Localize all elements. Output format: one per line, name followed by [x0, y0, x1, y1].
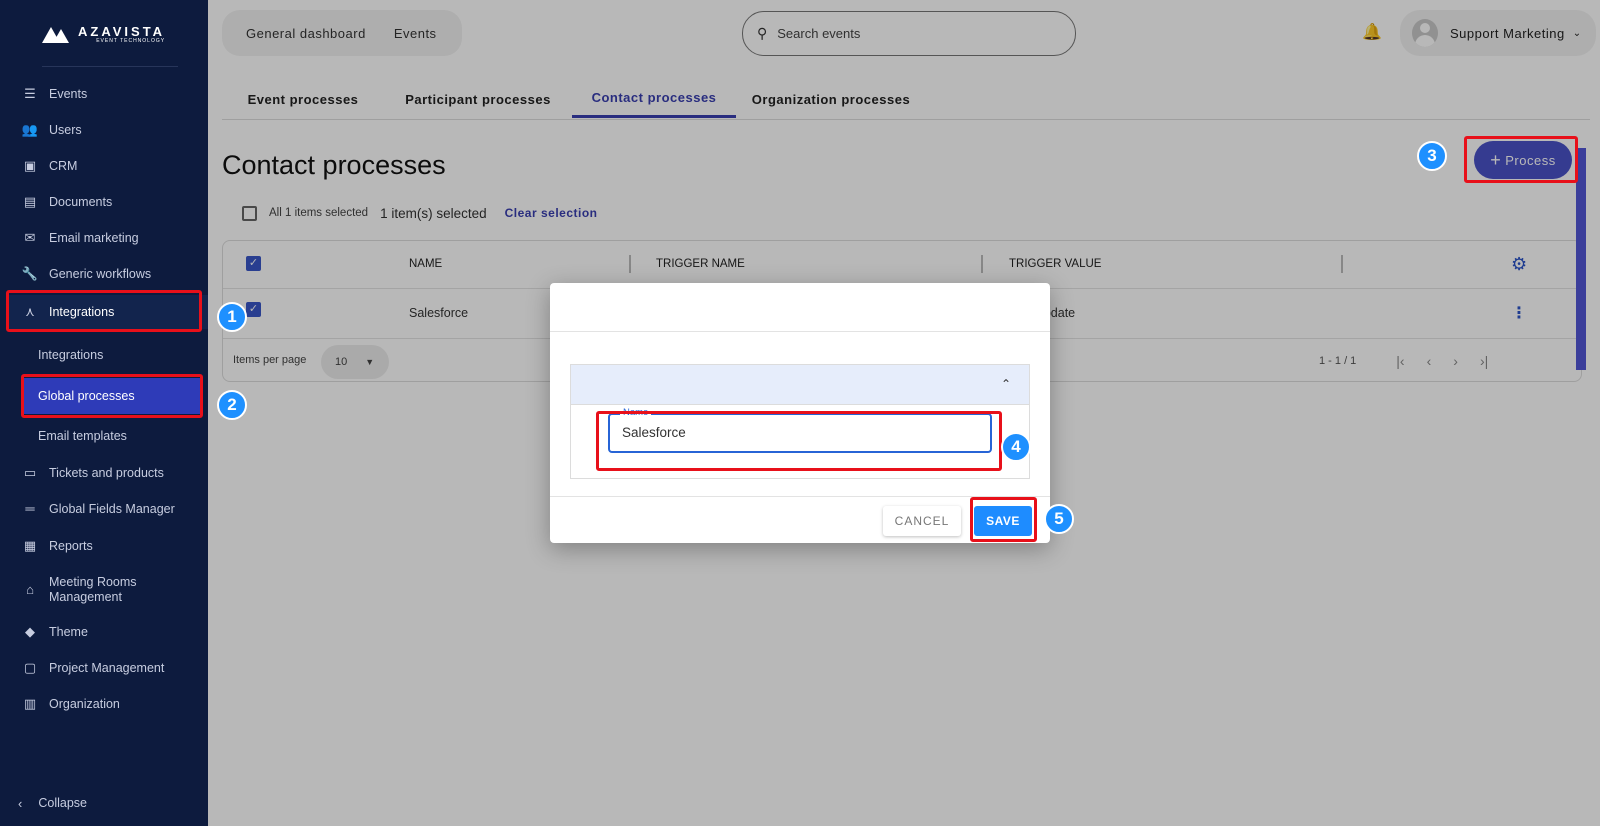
list-icon: ☰ [24, 86, 36, 101]
users-icon: 👥 [21, 122, 39, 137]
mail-icon: ✉ [24, 230, 36, 245]
sidebar-item-organization[interactable]: ▥ Organization [0, 686, 208, 722]
cancel-button[interactable]: CANCEL [883, 506, 961, 536]
sidebar-item-label: Documents [49, 195, 113, 209]
collapse-label: Collapse [38, 796, 87, 810]
sidebar-item-crm[interactable]: ▣ CRM [0, 148, 208, 184]
highlight-save-button [970, 497, 1037, 542]
sidebar-item-tickets-and-products[interactable]: ▭ Tickets and products [0, 455, 208, 491]
palette-icon: ◆ [25, 624, 35, 639]
sidebar-item-label: Meeting Rooms Management [49, 575, 137, 604]
chevron-left-icon: ‹ [18, 795, 23, 811]
building-icon: ▥ [23, 696, 37, 711]
sidebar-item-label: Tickets and products [49, 466, 164, 480]
sidebar-item-label: Events [49, 87, 88, 101]
sidebar-item-documents[interactable]: ▤ Documents [0, 184, 208, 220]
sidebar-item-label: Organization [49, 697, 120, 711]
modal-backdrop-top [208, 0, 1600, 66]
wrench-icon: 🔧 [21, 266, 39, 281]
highlight-global-processes [21, 374, 203, 418]
sidebar-item-events[interactable]: ☰ Events [0, 76, 208, 112]
highlight-integrations [6, 290, 202, 332]
bar-chart-icon: ▦ [23, 538, 37, 553]
step-badge-4: 4 [1001, 432, 1031, 462]
sidebar-item-project-management[interactable]: ▢ Project Management [0, 650, 208, 686]
brand-name: AZAVISTA [78, 23, 166, 39]
collapse-button[interactable]: ‹ Collapse [0, 788, 208, 818]
sidebar-item-label: Theme [49, 625, 88, 639]
sidebar-item-label: Project Management [49, 661, 165, 675]
sidebar-item-meeting-rooms-management[interactable]: ⌂ Meeting Rooms Management [0, 570, 208, 610]
chevron-up-icon[interactable]: ⌃ [1001, 377, 1011, 391]
logo-mark-icon [42, 25, 70, 43]
step-badge-3: 3 [1417, 141, 1447, 171]
brand-logo[interactable]: AZAVISTA EVENT TECHNOLOGY [42, 22, 172, 46]
sidebar-item-label: Generic workflows [49, 267, 152, 281]
document-icon: ▤ [23, 194, 37, 209]
contact-card-icon: ▣ [23, 158, 37, 173]
sidebar-item-global-fields-manager[interactable]: ═ Global Fields Manager [0, 491, 208, 527]
highlight-name-field [596, 411, 1002, 471]
highlight-add-process [1464, 136, 1578, 183]
step-badge-2: 2 [217, 390, 247, 420]
sidebar-item-users[interactable]: 👥 Users [0, 112, 208, 148]
sidebar-item-label: Email marketing [49, 231, 139, 245]
step-badge-5: 5 [1044, 504, 1074, 534]
sidebar-item-email-marketing[interactable]: ✉ Email marketing [0, 220, 208, 256]
sidebar-item-label: Global Fields Manager [49, 502, 175, 516]
store-icon: ⌂ [26, 582, 34, 597]
brand-tagline: EVENT TECHNOLOGY [96, 37, 166, 44]
sidebar-subitem-integrations[interactable]: Integrations [38, 337, 103, 373]
sidebar-item-theme[interactable]: ◆ Theme [0, 614, 208, 650]
sidebar-item-reports[interactable]: ▦ Reports [0, 528, 208, 564]
fields-icon: ═ [25, 501, 35, 516]
credit-card-icon: ▭ [23, 465, 37, 480]
sidebar-item-label: Users [49, 123, 82, 137]
expansion-panel-header[interactable]: ⌃ [571, 365, 1029, 405]
calendar-icon: ▢ [23, 660, 37, 675]
dialog-header [550, 283, 1050, 332]
sidebar-item-generic-workflows[interactable]: 🔧 Generic workflows [0, 256, 208, 292]
sidebar-item-label: Reports [49, 539, 93, 553]
step-badge-1: 1 [217, 302, 247, 332]
sidebar-item-label: CRM [49, 159, 78, 173]
sidebar-divider [42, 66, 178, 67]
sidebar-subitem-email-templates[interactable]: Email templates [38, 418, 127, 454]
